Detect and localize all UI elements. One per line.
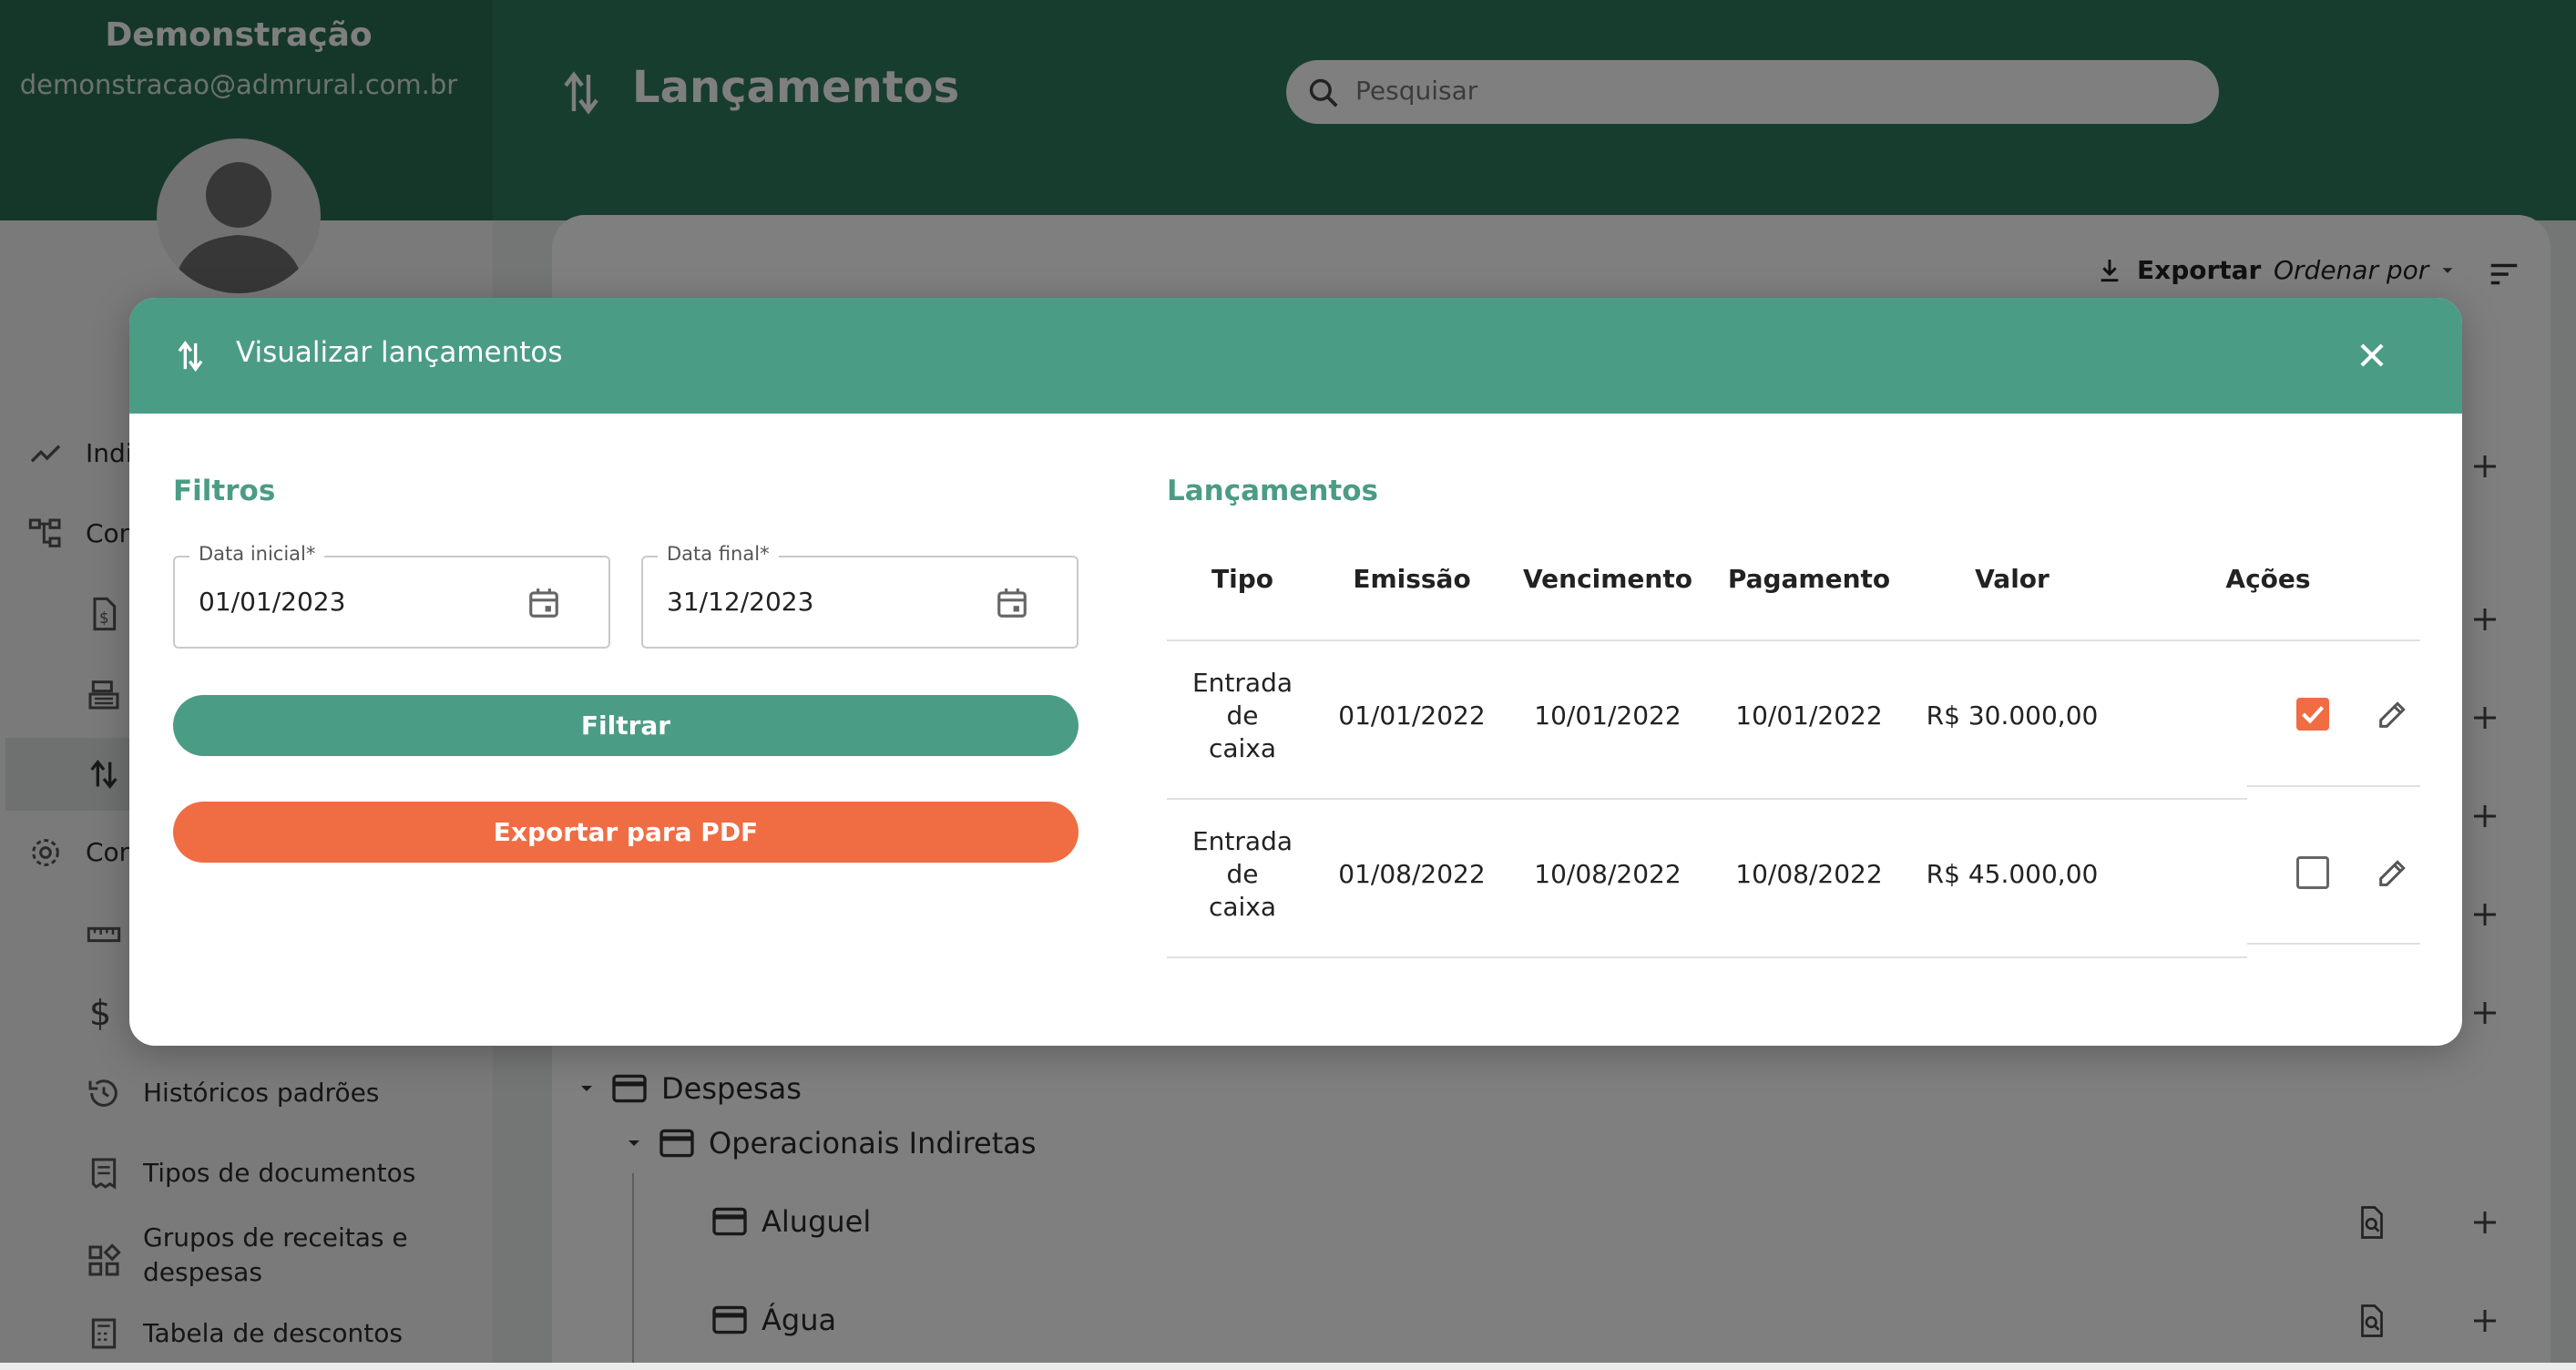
cell-emissao: 01/01/2022 <box>1338 700 1486 731</box>
start-date-field[interactable]: Data inicial* 01/01/2023 <box>173 543 610 649</box>
end-date-label: Data final* <box>658 543 779 565</box>
cell-vencimento: 10/01/2022 <box>1534 700 1682 731</box>
cell-valor: R$ 30.000,00 <box>1926 700 2099 731</box>
calendar-icon[interactable] <box>995 585 1029 621</box>
entries-title: Lançamentos <box>1167 475 1379 507</box>
row-divider <box>1167 956 2247 958</box>
row-checkbox[interactable] <box>2296 698 2329 731</box>
cell-tipo: Entrada de caixa <box>1167 825 1318 924</box>
cell-tipo-line: Entrada <box>1191 826 1293 856</box>
cell-pagamento: 10/01/2022 <box>1735 700 1883 731</box>
trash-icon[interactable] <box>2458 696 2462 732</box>
cell-emissao: 01/08/2022 <box>1338 859 1486 889</box>
edit-icon[interactable] <box>2375 854 2411 891</box>
column-header-acoes: Ações <box>2225 564 2311 594</box>
view-entries-dialog: Visualizar lançamentos Filtros Data inic… <box>129 298 2462 1046</box>
close-icon[interactable] <box>2355 338 2389 373</box>
table-row: Entrada de caixa 01/08/2022 10/08/2022 1… <box>1167 798 2420 956</box>
end-date-label-text: Data final <box>667 543 761 565</box>
start-date-label: Data inicial* <box>189 543 325 565</box>
dialog-title: Visualizar lançamentos <box>236 336 563 369</box>
column-header-pagamento: Pagamento <box>1727 564 1891 594</box>
end-date-value: 31/12/2023 <box>667 587 814 617</box>
edit-icon[interactable] <box>2375 696 2411 732</box>
row-checkbox[interactable] <box>2296 856 2329 889</box>
swap-vert-icon <box>178 341 203 372</box>
required-mark: * <box>760 543 770 565</box>
start-date-label-text: Data inicial <box>199 543 306 565</box>
table-row: Entrada de caixa 01/01/2022 10/01/2022 1… <box>1167 639 2420 798</box>
cell-valor: R$ 45.000,00 <box>1926 859 2099 889</box>
start-date-value: 01/01/2023 <box>199 587 346 617</box>
cell-tipo: Entrada de caixa <box>1167 667 1318 765</box>
filter-button[interactable]: Filtrar <box>173 695 1078 756</box>
column-header-vencimento: Vencimento <box>1523 564 1692 594</box>
column-header-emissao: Emissão <box>1353 564 1471 594</box>
export-pdf-button[interactable]: Exportar para PDF <box>173 802 1078 863</box>
cell-tipo-line: Entrada <box>1191 668 1293 698</box>
filters-title: Filtros <box>173 475 276 507</box>
cell-vencimento: 10/08/2022 <box>1534 859 1682 889</box>
column-header-valor: Valor <box>1975 564 2050 594</box>
cell-tipo-line: caixa <box>1208 892 1277 922</box>
cell-tipo-line: de <box>1226 859 1259 889</box>
column-header-tipo: Tipo <box>1211 564 1273 594</box>
required-mark: * <box>305 543 316 565</box>
trash-icon[interactable] <box>2458 854 2462 891</box>
end-date-field[interactable]: Data final* 31/12/2023 <box>641 543 1078 649</box>
cell-tipo-line: de <box>1226 700 1259 731</box>
cell-pagamento: 10/08/2022 <box>1735 859 1883 889</box>
check-icon <box>2302 706 2325 724</box>
calendar-icon[interactable] <box>526 585 561 621</box>
cell-tipo-line: caixa <box>1208 733 1277 763</box>
